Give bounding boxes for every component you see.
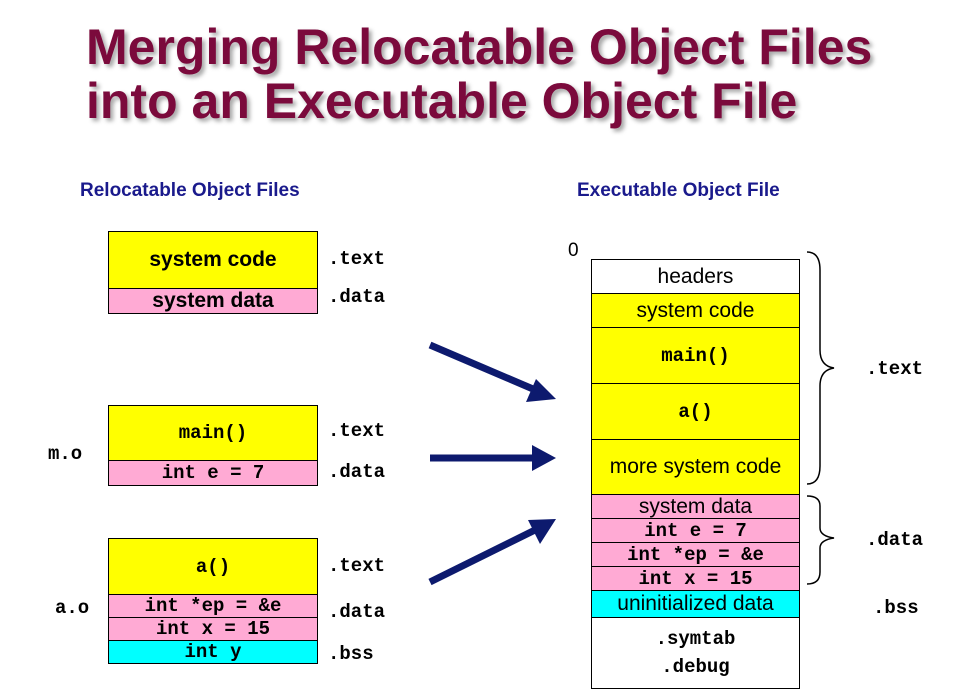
text-brace	[806, 251, 835, 485]
connector-overlay	[428, 251, 835, 586]
system-merge-arrow	[428, 341, 535, 393]
m-o-merge-arrowhead	[532, 445, 556, 471]
data-brace	[806, 495, 835, 585]
a-o-merge-arrow	[428, 526, 537, 586]
